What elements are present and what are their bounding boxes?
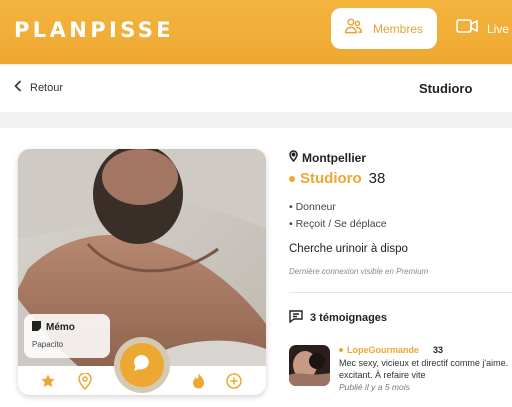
chevron-left-icon [14,80,22,95]
profile-city: Montpellier [289,150,512,165]
page-title: Studioro [419,81,473,96]
chat-bubble-icon [132,353,152,378]
nav-live[interactable]: Live [456,8,509,49]
last-connection-note[interactable]: Dernière connexion visible en Premium [289,267,512,276]
nav-live-label: Live [487,21,510,36]
memo-title: Mémo [46,322,75,333]
profile-description: Cherche urinoir à dispo [289,243,408,255]
add-circle-icon[interactable] [225,372,243,390]
city-label: Montpellier [302,150,367,165]
reviewer-name[interactable]: LopeGourmande [347,345,419,355]
testimonial-item[interactable]: LopeGourmande 33 Mec sexy, vicieux et di… [289,345,512,395]
testimonials-count: 3 témoignages [310,312,388,324]
nav-membres-label: Membres [373,21,424,36]
site-logo[interactable]: PLANPISSE [14,18,174,42]
flame-icon[interactable] [189,372,207,390]
profile-traits: • Donneur • Reçoit / Se déplace [289,199,512,233]
testimonial-date: Publié il y a 5 mois [339,382,410,392]
memo-icon [32,321,41,334]
chat-button[interactable] [114,337,170,393]
trait-item: • Reçoit / Se déplace [289,218,387,230]
online-status-dot [339,348,343,352]
profile-age: 38 [368,170,386,187]
reviewer-line: LopeGourmande 33 [339,345,512,355]
memo-text: Papacito [32,340,64,349]
trait-item: • Donneur [289,201,336,213]
back-button[interactable]: Retour [14,80,63,95]
sub-header: Retour Studioro [0,66,512,112]
video-icon [456,18,478,39]
testimonial-text-line2: excitant. À refaire vite [339,370,426,380]
comment-icon [289,310,303,326]
members-icon [343,16,364,42]
profile-name: Studioro [300,170,362,187]
testimonial-body: LopeGourmande 33 Mec sexy, vicieux et di… [339,345,512,392]
profile-photo-card: Mémo Papacito [18,149,266,395]
divider [289,292,512,293]
testimonial-text-line1: Mec sexy, vicieux et directif comme j'ai… [339,358,509,368]
online-status-dot [289,175,295,182]
nav-membres[interactable]: Membres [331,8,437,49]
profile-info: Montpellier Studioro 38 • Donneur • Reço… [289,150,512,276]
star-icon[interactable] [39,372,57,390]
back-label: Retour [30,81,64,94]
top-header: PLANPISSE Membres Live [0,0,512,64]
location-pin-icon[interactable] [76,372,94,390]
name-row: Studioro 38 [289,170,512,187]
testimonials-heading[interactable]: 3 témoignages [289,310,387,326]
reviewer-avatar[interactable] [289,345,330,386]
memo-box[interactable]: Mémo Papacito [24,314,110,358]
location-pin-icon [289,150,298,165]
reviewer-age: 33 [433,345,444,355]
